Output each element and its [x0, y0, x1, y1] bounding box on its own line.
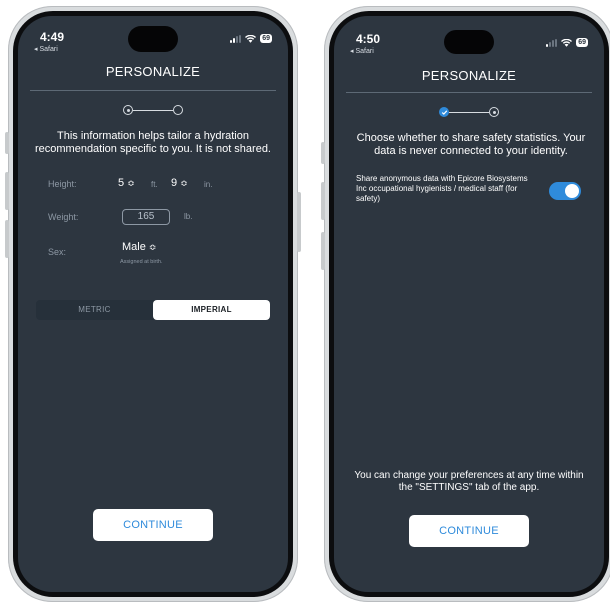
- checkmark-icon: [441, 109, 447, 115]
- step-connector: [449, 112, 489, 113]
- side-button: [5, 172, 9, 210]
- sex-value: Male: [122, 241, 146, 253]
- signal-icon: [546, 38, 558, 47]
- side-button: [5, 220, 9, 258]
- weight-label: Weight:: [48, 212, 79, 222]
- status-bar-icons: 69: [230, 34, 272, 43]
- status-time: 4:49: [40, 30, 65, 44]
- step-2-dot: [489, 107, 499, 117]
- header-divider: [346, 92, 592, 93]
- step-1-dot: [123, 105, 133, 115]
- sex-label: Sex:: [48, 247, 67, 257]
- height-feet-picker[interactable]: 5 ≎: [118, 177, 135, 189]
- height-inches-picker[interactable]: 9 ≎: [171, 177, 188, 189]
- left-phone: 4:49 ◂ Safari 69 PERSONALIZE This inform…: [5, 6, 301, 602]
- chevron-up-down-icon: ≎: [127, 178, 135, 188]
- chevron-up-down-icon: ≎: [148, 242, 157, 252]
- continue-button[interactable]: CONTINUE: [93, 509, 213, 541]
- page-title: PERSONALIZE: [105, 64, 201, 79]
- imperial-option[interactable]: IMPERIAL: [153, 300, 270, 320]
- intro-text: This information helps tailor a hydratio…: [34, 130, 271, 155]
- unit-system-toggle: METRIC IMPERIAL: [36, 300, 270, 320]
- step-1-complete: [439, 107, 449, 117]
- screen: 4:50 ◂ Safari 69 PERSONALIZE Choose whet…: [334, 16, 604, 592]
- sex-picker[interactable]: Male ≎: [122, 241, 156, 253]
- header-divider: [30, 90, 276, 91]
- feet-unit: ft.: [151, 180, 158, 189]
- power-button: [297, 192, 301, 252]
- signal-icon: [230, 34, 242, 43]
- wifi-icon: [245, 34, 257, 43]
- step-indicator: [439, 107, 499, 121]
- step-2-dot: [173, 105, 183, 115]
- side-button: [321, 142, 325, 164]
- side-button: [321, 182, 325, 220]
- step-indicator: [123, 105, 183, 119]
- battery-icon: 69: [576, 38, 588, 47]
- weight-unit: lb.: [184, 212, 193, 221]
- sex-hint: Assigned at birth.: [120, 259, 163, 265]
- status-bar-icons: 69: [546, 38, 588, 47]
- screen: 4:49 ◂ Safari 69 PERSONALIZE This inform…: [18, 16, 288, 592]
- status-time: 4:50: [356, 32, 381, 46]
- continue-button[interactable]: CONTINUE: [409, 515, 529, 547]
- height-feet-value: 5: [118, 177, 125, 189]
- metric-option[interactable]: METRIC: [36, 300, 153, 320]
- chevron-up-down-icon: ≎: [180, 178, 188, 188]
- share-data-label: Share anonymous data with Epicore Biosys…: [356, 174, 528, 203]
- page-title: PERSONALIZE: [421, 68, 517, 83]
- right-phone: 4:50 ◂ Safari 69 PERSONALIZE Choose whet…: [321, 6, 610, 602]
- back-to-safari-link[interactable]: ◂ Safari: [34, 45, 58, 53]
- side-button: [5, 132, 9, 154]
- wifi-icon: [561, 38, 573, 47]
- share-data-toggle[interactable]: [549, 182, 581, 200]
- battery-icon: 69: [260, 34, 272, 43]
- dynamic-island: [128, 26, 178, 52]
- weight-input[interactable]: 165: [122, 209, 170, 225]
- step-connector: [133, 110, 173, 111]
- height-inches-value: 9: [171, 177, 178, 189]
- back-to-safari-link[interactable]: ◂ Safari: [350, 47, 374, 55]
- intro-text: Choose whether to share safety statistic…: [356, 132, 586, 157]
- side-button: [321, 232, 325, 270]
- inches-unit: in.: [204, 180, 213, 189]
- height-label: Height:: [48, 179, 77, 189]
- dynamic-island: [444, 30, 494, 54]
- settings-footnote: You can change your preferences at any t…: [354, 470, 584, 493]
